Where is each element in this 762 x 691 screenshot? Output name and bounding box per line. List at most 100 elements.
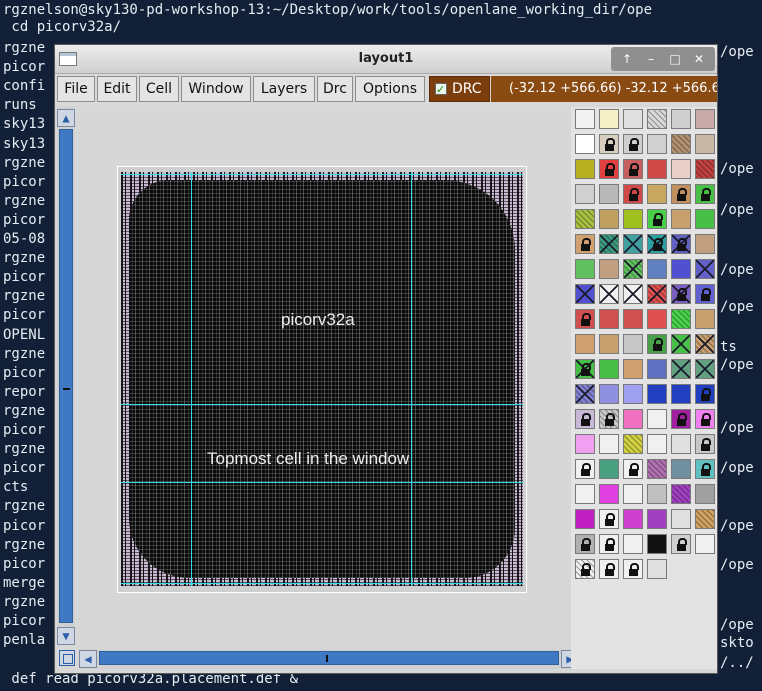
layer-swatch[interactable] (695, 534, 715, 554)
layer-swatch[interactable] (623, 309, 643, 329)
horizontal-scroll-thumb[interactable] (99, 651, 559, 665)
layer-swatch[interactable] (647, 459, 667, 479)
layer-swatch[interactable] (575, 559, 595, 579)
layer-swatch[interactable] (671, 359, 691, 379)
layer-swatch[interactable] (647, 334, 667, 354)
layer-swatch[interactable] (575, 384, 595, 404)
layer-swatch[interactable] (695, 334, 715, 354)
layer-swatch[interactable] (671, 534, 691, 554)
layer-swatch[interactable] (647, 384, 667, 404)
vertical-scrollbar[interactable]: ▲ ▼ (57, 107, 75, 645)
horizontal-scrollbar[interactable]: ◀ ▶ (79, 649, 579, 669)
layer-swatch[interactable] (599, 559, 619, 579)
layer-swatch[interactable] (599, 234, 619, 254)
layer-swatch[interactable] (623, 159, 643, 179)
layer-swatch[interactable] (575, 109, 595, 129)
layer-swatch[interactable] (647, 209, 667, 229)
layer-swatch[interactable] (695, 409, 715, 429)
layer-swatch[interactable] (695, 234, 715, 254)
scroll-up-icon[interactable]: ▲ (57, 109, 75, 127)
layer-swatch[interactable] (623, 409, 643, 429)
layer-swatch[interactable] (647, 109, 667, 129)
layer-swatch[interactable] (671, 334, 691, 354)
layer-swatch[interactable] (599, 334, 619, 354)
layer-swatch[interactable] (599, 259, 619, 279)
layer-swatch[interactable] (647, 134, 667, 154)
layer-swatch[interactable] (623, 359, 643, 379)
layer-swatch[interactable] (671, 434, 691, 454)
layer-swatch[interactable] (647, 559, 667, 579)
layer-swatch[interactable] (695, 509, 715, 529)
layer-swatch[interactable] (623, 284, 643, 304)
layer-swatch[interactable] (671, 459, 691, 479)
layer-swatch[interactable] (599, 159, 619, 179)
layer-swatch[interactable] (575, 259, 595, 279)
layer-swatch[interactable] (671, 209, 691, 229)
scroll-left-icon[interactable]: ◀ (79, 650, 97, 668)
layer-swatch[interactable] (599, 434, 619, 454)
layer-swatch[interactable] (599, 134, 619, 154)
layer-swatch[interactable] (695, 209, 715, 229)
menu-options[interactable]: Options (355, 76, 425, 102)
layer-swatch[interactable] (575, 434, 595, 454)
layer-swatch[interactable] (695, 309, 715, 329)
layer-swatch[interactable] (695, 384, 715, 404)
vertical-scroll-thumb[interactable] (59, 129, 73, 623)
layer-swatch[interactable] (623, 234, 643, 254)
layer-swatch[interactable] (647, 359, 667, 379)
layer-swatch[interactable] (575, 284, 595, 304)
close-icon[interactable]: ✕ (689, 49, 709, 69)
layer-swatch[interactable] (647, 184, 667, 204)
menu-layers[interactable]: Layers (253, 76, 315, 102)
layer-swatch[interactable] (599, 359, 619, 379)
layer-swatch[interactable] (575, 334, 595, 354)
layer-swatch[interactable] (623, 459, 643, 479)
layer-swatch[interactable] (575, 209, 595, 229)
layer-swatch[interactable] (575, 484, 595, 504)
minimize-icon[interactable]: – (641, 49, 661, 69)
layer-swatch[interactable] (623, 334, 643, 354)
layer-swatch[interactable] (623, 434, 643, 454)
layer-swatch[interactable] (671, 134, 691, 154)
layer-swatch[interactable] (695, 259, 715, 279)
layer-swatch[interactable] (623, 559, 643, 579)
layer-swatch[interactable] (695, 459, 715, 479)
layer-swatch[interactable] (623, 384, 643, 404)
menu-edit[interactable]: Edit (97, 76, 137, 102)
drc-toggle[interactable]: DRC (429, 76, 490, 102)
layer-swatch[interactable] (647, 309, 667, 329)
layer-swatch[interactable] (599, 384, 619, 404)
maximize-icon[interactable]: □ (665, 49, 685, 69)
layer-swatch[interactable] (599, 109, 619, 129)
layer-swatch[interactable] (623, 184, 643, 204)
layer-swatch[interactable] (623, 109, 643, 129)
layout-canvas[interactable]: picorv32a Topmost cell in the window (117, 166, 527, 593)
layer-swatch[interactable] (647, 284, 667, 304)
layer-swatch[interactable] (695, 359, 715, 379)
layer-swatch[interactable] (575, 509, 595, 529)
menu-window[interactable]: Window (181, 76, 251, 102)
raise-icon[interactable]: ↑ (617, 49, 637, 69)
layer-swatch[interactable] (647, 259, 667, 279)
layer-swatch[interactable] (695, 134, 715, 154)
layer-swatch[interactable] (671, 234, 691, 254)
layer-swatch[interactable] (575, 234, 595, 254)
layer-swatch[interactable] (599, 459, 619, 479)
layer-swatch[interactable] (623, 534, 643, 554)
layer-swatch[interactable] (671, 484, 691, 504)
layer-swatch[interactable] (695, 184, 715, 204)
layer-swatch[interactable] (575, 359, 595, 379)
layer-swatch[interactable] (575, 159, 595, 179)
layer-swatch[interactable] (647, 409, 667, 429)
menu-file[interactable]: File (57, 76, 95, 102)
layer-swatch[interactable] (647, 534, 667, 554)
layer-swatch[interactable] (599, 184, 619, 204)
layer-swatch[interactable] (575, 459, 595, 479)
layer-swatch[interactable] (671, 384, 691, 404)
layer-swatch[interactable] (671, 509, 691, 529)
scroll-down-icon[interactable]: ▼ (57, 627, 75, 645)
layer-swatch[interactable] (671, 309, 691, 329)
layer-swatch[interactable] (599, 509, 619, 529)
layer-swatch[interactable] (671, 409, 691, 429)
layer-swatch[interactable] (671, 184, 691, 204)
